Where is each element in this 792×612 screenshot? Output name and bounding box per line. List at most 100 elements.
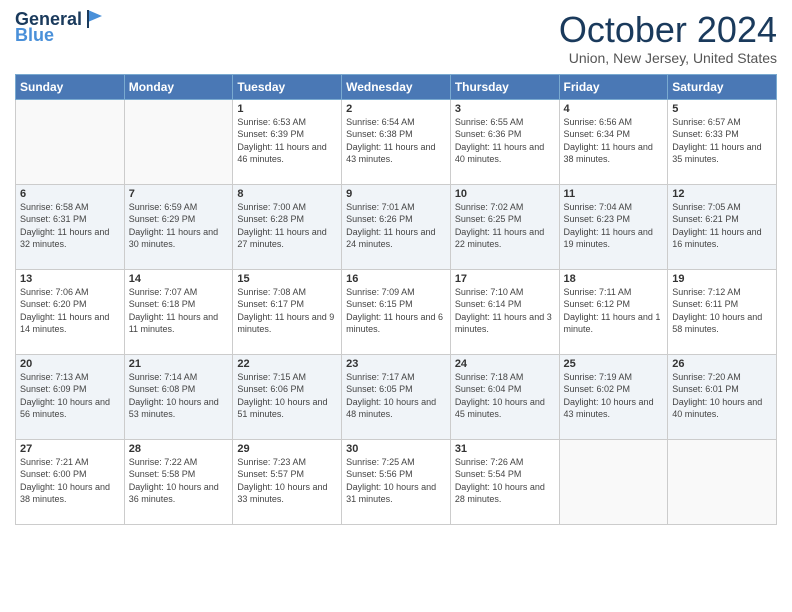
day-number: 17 bbox=[455, 273, 555, 285]
cell-sun-info: Sunrise: 7:10 AM Sunset: 6:14 PM Dayligh… bbox=[455, 286, 555, 336]
day-number: 3 bbox=[455, 103, 555, 115]
calendar-cell: 22Sunrise: 7:15 AM Sunset: 6:06 PM Dayli… bbox=[233, 354, 342, 439]
calendar-cell bbox=[668, 439, 777, 524]
day-number: 10 bbox=[455, 188, 555, 200]
cell-sun-info: Sunrise: 7:21 AM Sunset: 6:00 PM Dayligh… bbox=[20, 456, 120, 506]
day-number: 5 bbox=[672, 103, 772, 115]
calendar-cell: 11Sunrise: 7:04 AM Sunset: 6:23 PM Dayli… bbox=[559, 184, 668, 269]
calendar-cell: 13Sunrise: 7:06 AM Sunset: 6:20 PM Dayli… bbox=[16, 269, 125, 354]
col-tuesday: Tuesday bbox=[233, 74, 342, 99]
col-saturday: Saturday bbox=[668, 74, 777, 99]
page-header: General Blue October 2024 Union, New Jer… bbox=[15, 10, 777, 66]
calendar-cell: 16Sunrise: 7:09 AM Sunset: 6:15 PM Dayli… bbox=[342, 269, 451, 354]
calendar-cell: 25Sunrise: 7:19 AM Sunset: 6:02 PM Dayli… bbox=[559, 354, 668, 439]
day-number: 18 bbox=[564, 273, 664, 285]
calendar-cell: 9Sunrise: 7:01 AM Sunset: 6:26 PM Daylig… bbox=[342, 184, 451, 269]
calendar-cell: 4Sunrise: 6:56 AM Sunset: 6:34 PM Daylig… bbox=[559, 99, 668, 184]
calendar-table: Sunday Monday Tuesday Wednesday Thursday… bbox=[15, 74, 777, 525]
calendar-cell: 24Sunrise: 7:18 AM Sunset: 6:04 PM Dayli… bbox=[450, 354, 559, 439]
calendar-week-row: 6Sunrise: 6:58 AM Sunset: 6:31 PM Daylig… bbox=[16, 184, 777, 269]
col-friday: Friday bbox=[559, 74, 668, 99]
cell-sun-info: Sunrise: 7:13 AM Sunset: 6:09 PM Dayligh… bbox=[20, 371, 120, 421]
calendar-cell: 21Sunrise: 7:14 AM Sunset: 6:08 PM Dayli… bbox=[124, 354, 233, 439]
calendar-cell: 10Sunrise: 7:02 AM Sunset: 6:25 PM Dayli… bbox=[450, 184, 559, 269]
cell-sun-info: Sunrise: 7:17 AM Sunset: 6:05 PM Dayligh… bbox=[346, 371, 446, 421]
cell-sun-info: Sunrise: 7:06 AM Sunset: 6:20 PM Dayligh… bbox=[20, 286, 120, 336]
col-monday: Monday bbox=[124, 74, 233, 99]
day-number: 29 bbox=[237, 443, 337, 455]
day-number: 1 bbox=[237, 103, 337, 115]
cell-sun-info: Sunrise: 7:26 AM Sunset: 5:54 PM Dayligh… bbox=[455, 456, 555, 506]
header-row: Sunday Monday Tuesday Wednesday Thursday… bbox=[16, 74, 777, 99]
cell-sun-info: Sunrise: 7:09 AM Sunset: 6:15 PM Dayligh… bbox=[346, 286, 446, 336]
calendar-cell bbox=[124, 99, 233, 184]
calendar-cell: 26Sunrise: 7:20 AM Sunset: 6:01 PM Dayli… bbox=[668, 354, 777, 439]
day-number: 9 bbox=[346, 188, 446, 200]
calendar-week-row: 27Sunrise: 7:21 AM Sunset: 6:00 PM Dayli… bbox=[16, 439, 777, 524]
day-number: 14 bbox=[129, 273, 229, 285]
calendar-week-row: 20Sunrise: 7:13 AM Sunset: 6:09 PM Dayli… bbox=[16, 354, 777, 439]
calendar-cell: 29Sunrise: 7:23 AM Sunset: 5:57 PM Dayli… bbox=[233, 439, 342, 524]
day-number: 12 bbox=[672, 188, 772, 200]
calendar-body: 1Sunrise: 6:53 AM Sunset: 6:39 PM Daylig… bbox=[16, 99, 777, 524]
cell-sun-info: Sunrise: 7:01 AM Sunset: 6:26 PM Dayligh… bbox=[346, 201, 446, 251]
cell-sun-info: Sunrise: 6:53 AM Sunset: 6:39 PM Dayligh… bbox=[237, 116, 337, 166]
day-number: 19 bbox=[672, 273, 772, 285]
cell-sun-info: Sunrise: 7:14 AM Sunset: 6:08 PM Dayligh… bbox=[129, 371, 229, 421]
cell-sun-info: Sunrise: 7:12 AM Sunset: 6:11 PM Dayligh… bbox=[672, 286, 772, 336]
col-sunday: Sunday bbox=[16, 74, 125, 99]
cell-sun-info: Sunrise: 7:25 AM Sunset: 5:56 PM Dayligh… bbox=[346, 456, 446, 506]
cell-sun-info: Sunrise: 7:15 AM Sunset: 6:06 PM Dayligh… bbox=[237, 371, 337, 421]
calendar-cell: 19Sunrise: 7:12 AM Sunset: 6:11 PM Dayli… bbox=[668, 269, 777, 354]
calendar-cell: 2Sunrise: 6:54 AM Sunset: 6:38 PM Daylig… bbox=[342, 99, 451, 184]
cell-sun-info: Sunrise: 7:04 AM Sunset: 6:23 PM Dayligh… bbox=[564, 201, 664, 251]
calendar-cell: 27Sunrise: 7:21 AM Sunset: 6:00 PM Dayli… bbox=[16, 439, 125, 524]
month-title: October 2024 bbox=[559, 10, 777, 50]
calendar-cell bbox=[16, 99, 125, 184]
calendar-cell: 17Sunrise: 7:10 AM Sunset: 6:14 PM Dayli… bbox=[450, 269, 559, 354]
cell-sun-info: Sunrise: 7:23 AM Sunset: 5:57 PM Dayligh… bbox=[237, 456, 337, 506]
page-container: General Blue October 2024 Union, New Jer… bbox=[0, 0, 792, 535]
calendar-cell: 1Sunrise: 6:53 AM Sunset: 6:39 PM Daylig… bbox=[233, 99, 342, 184]
col-thursday: Thursday bbox=[450, 74, 559, 99]
day-number: 8 bbox=[237, 188, 337, 200]
cell-sun-info: Sunrise: 7:19 AM Sunset: 6:02 PM Dayligh… bbox=[564, 371, 664, 421]
calendar-cell: 20Sunrise: 7:13 AM Sunset: 6:09 PM Dayli… bbox=[16, 354, 125, 439]
day-number: 11 bbox=[564, 188, 664, 200]
logo: General Blue bbox=[15, 10, 106, 46]
calendar-cell: 28Sunrise: 7:22 AM Sunset: 5:58 PM Dayli… bbox=[124, 439, 233, 524]
calendar-cell bbox=[559, 439, 668, 524]
logo-text-blue: Blue bbox=[15, 26, 54, 46]
calendar-cell: 14Sunrise: 7:07 AM Sunset: 6:18 PM Dayli… bbox=[124, 269, 233, 354]
cell-sun-info: Sunrise: 7:00 AM Sunset: 6:28 PM Dayligh… bbox=[237, 201, 337, 251]
calendar-cell: 7Sunrise: 6:59 AM Sunset: 6:29 PM Daylig… bbox=[124, 184, 233, 269]
day-number: 20 bbox=[20, 358, 120, 370]
col-wednesday: Wednesday bbox=[342, 74, 451, 99]
calendar-cell: 5Sunrise: 6:57 AM Sunset: 6:33 PM Daylig… bbox=[668, 99, 777, 184]
day-number: 30 bbox=[346, 443, 446, 455]
day-number: 15 bbox=[237, 273, 337, 285]
cell-sun-info: Sunrise: 6:55 AM Sunset: 6:36 PM Dayligh… bbox=[455, 116, 555, 166]
calendar-cell: 30Sunrise: 7:25 AM Sunset: 5:56 PM Dayli… bbox=[342, 439, 451, 524]
cell-sun-info: Sunrise: 6:54 AM Sunset: 6:38 PM Dayligh… bbox=[346, 116, 446, 166]
cell-sun-info: Sunrise: 6:59 AM Sunset: 6:29 PM Dayligh… bbox=[129, 201, 229, 251]
cell-sun-info: Sunrise: 7:22 AM Sunset: 5:58 PM Dayligh… bbox=[129, 456, 229, 506]
day-number: 4 bbox=[564, 103, 664, 115]
cell-sun-info: Sunrise: 7:02 AM Sunset: 6:25 PM Dayligh… bbox=[455, 201, 555, 251]
calendar-cell: 6Sunrise: 6:58 AM Sunset: 6:31 PM Daylig… bbox=[16, 184, 125, 269]
title-block: October 2024 Union, New Jersey, United S… bbox=[559, 10, 777, 66]
calendar-cell: 12Sunrise: 7:05 AM Sunset: 6:21 PM Dayli… bbox=[668, 184, 777, 269]
cell-sun-info: Sunrise: 7:08 AM Sunset: 6:17 PM Dayligh… bbox=[237, 286, 337, 336]
day-number: 24 bbox=[455, 358, 555, 370]
calendar-week-row: 13Sunrise: 7:06 AM Sunset: 6:20 PM Dayli… bbox=[16, 269, 777, 354]
day-number: 26 bbox=[672, 358, 772, 370]
day-number: 6 bbox=[20, 188, 120, 200]
cell-sun-info: Sunrise: 6:57 AM Sunset: 6:33 PM Dayligh… bbox=[672, 116, 772, 166]
cell-sun-info: Sunrise: 6:58 AM Sunset: 6:31 PM Dayligh… bbox=[20, 201, 120, 251]
day-number: 21 bbox=[129, 358, 229, 370]
day-number: 23 bbox=[346, 358, 446, 370]
logo-flag-icon bbox=[84, 8, 106, 30]
day-number: 22 bbox=[237, 358, 337, 370]
cell-sun-info: Sunrise: 7:20 AM Sunset: 6:01 PM Dayligh… bbox=[672, 371, 772, 421]
calendar-cell: 31Sunrise: 7:26 AM Sunset: 5:54 PM Dayli… bbox=[450, 439, 559, 524]
